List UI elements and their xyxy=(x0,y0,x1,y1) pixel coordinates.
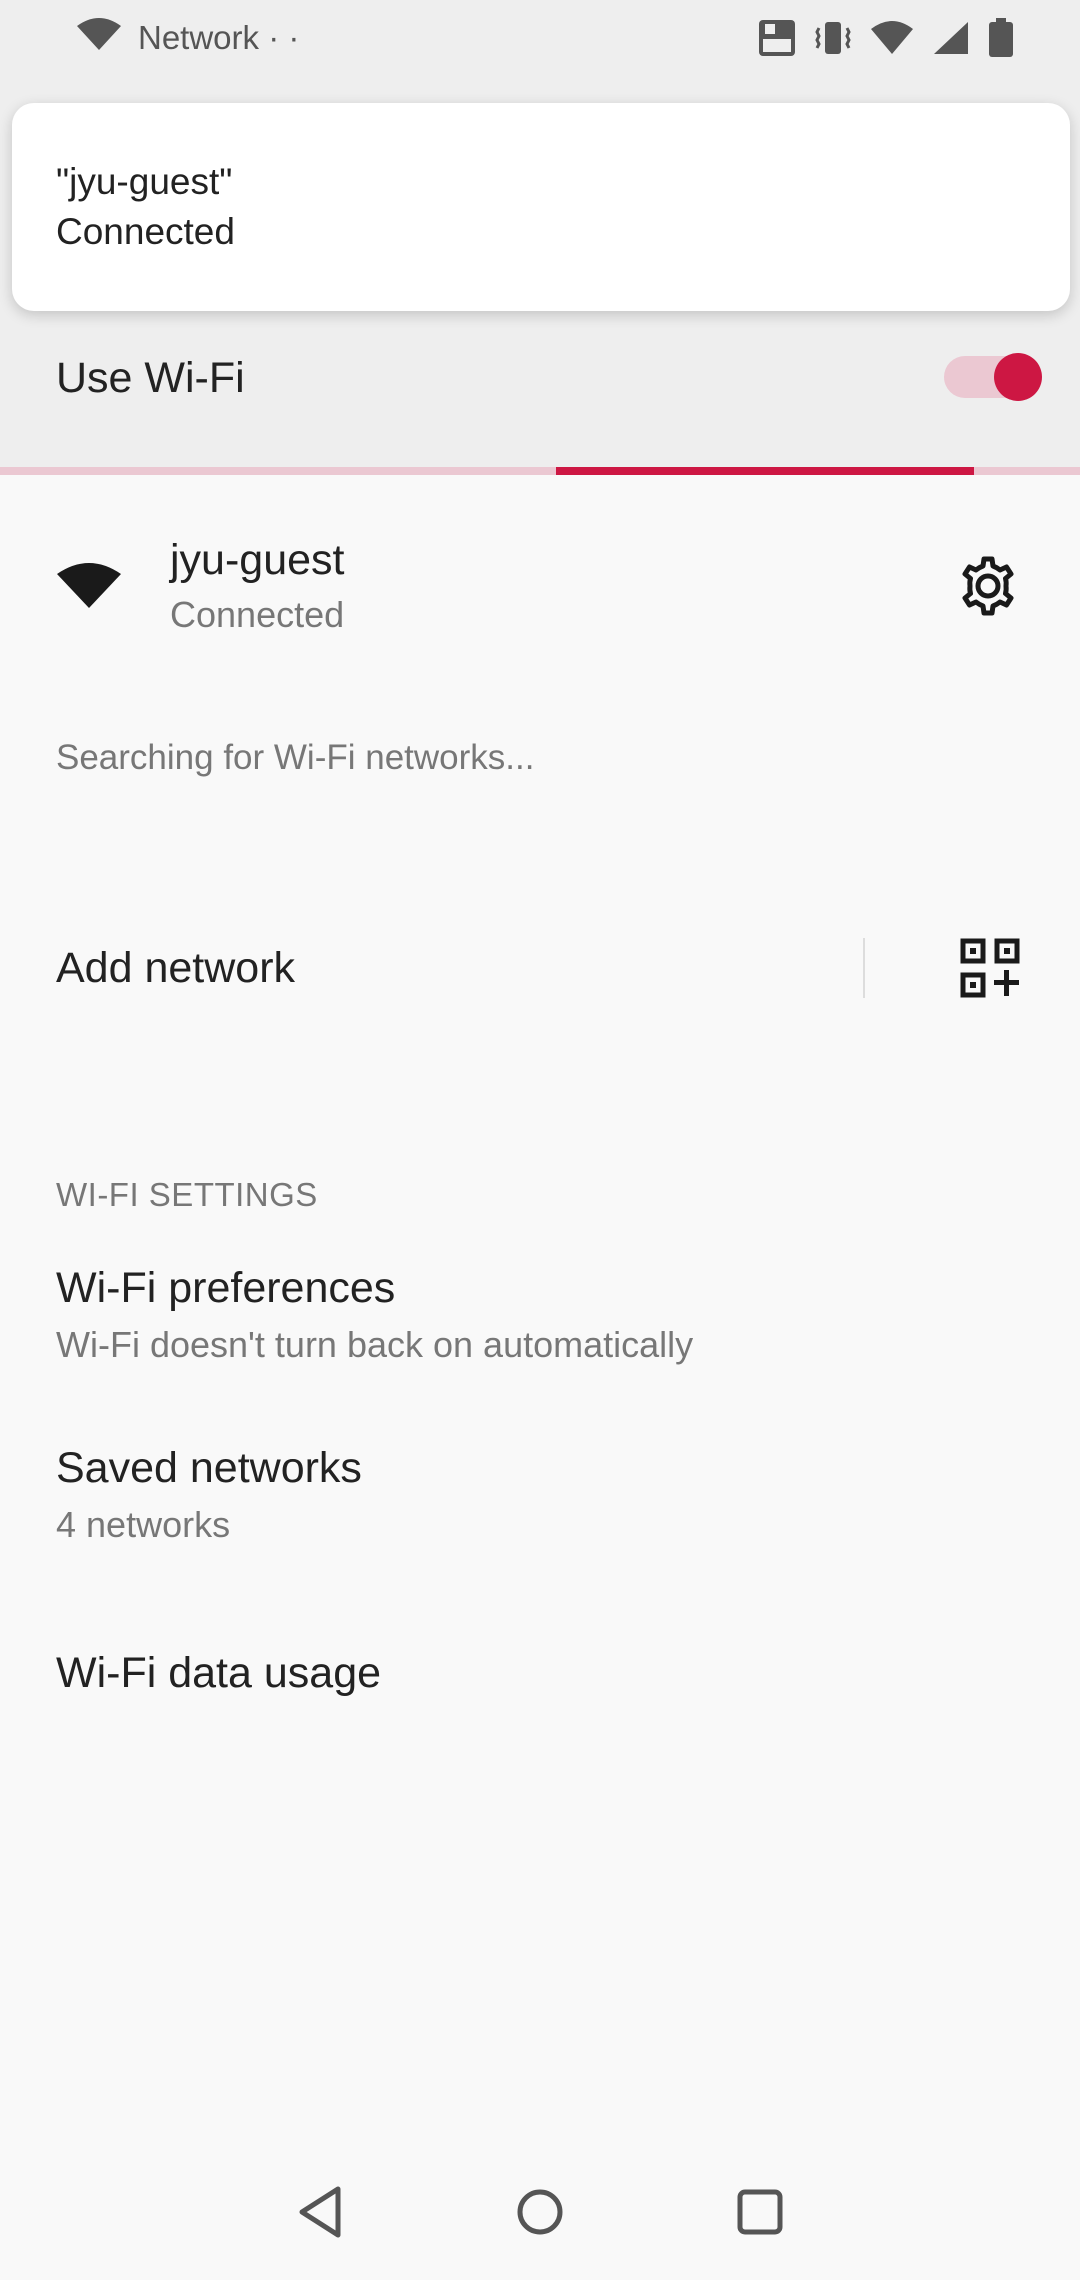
use-wifi-label: Use Wi-Fi xyxy=(56,354,245,402)
network-status: Connected xyxy=(170,594,345,635)
wifi-settings-screen: Network · · Use Wi-Fi "jyu-guest" Connec… xyxy=(0,0,1080,2280)
status-network-text: Network · · xyxy=(138,18,300,56)
add-network-button[interactable]: Add network xyxy=(56,944,295,993)
scan-progress-indicator xyxy=(556,467,974,475)
wifi-settings-header: WI-FI SETTINGS xyxy=(56,1176,318,1213)
network-name: jyu-guest xyxy=(170,536,345,584)
wifi-strength-icon xyxy=(56,562,122,615)
vertical-divider xyxy=(863,938,865,998)
wifi-signal-icon xyxy=(870,20,914,56)
wifi-data-usage-title: Wi-Fi data usage xyxy=(56,1649,382,1697)
home-icon[interactable] xyxy=(514,2186,566,2238)
battery-icon xyxy=(988,18,1014,58)
vibrate-icon xyxy=(814,18,852,58)
cell-signal-icon xyxy=(932,20,970,56)
qr-code-add-icon[interactable] xyxy=(960,938,1020,1003)
status-icons xyxy=(758,18,1014,58)
navigation-bar xyxy=(0,2160,1080,2280)
status-bar: Network · · xyxy=(0,0,1080,80)
wifi-preferences-title: Wi-Fi preferences xyxy=(56,1264,396,1312)
use-wifi-toggle[interactable] xyxy=(944,350,1044,404)
wifi-icon xyxy=(76,18,122,57)
connected-network-row[interactable]: jyu-guest Connected xyxy=(0,520,1080,650)
status-left: Network · · xyxy=(76,18,299,57)
back-icon[interactable] xyxy=(296,2185,346,2239)
saved-networks-title: Saved networks xyxy=(56,1444,362,1492)
toggle-thumb xyxy=(994,353,1042,401)
wifi-preferences-subtitle: Wi-Fi doesn't turn back on automatically xyxy=(56,1324,694,1365)
saved-networks-subtitle: 4 networks xyxy=(56,1504,231,1545)
connection-notification[interactable]: "jyu-guest" Connected xyxy=(12,103,1070,311)
notification-title: "jyu-guest" xyxy=(56,161,233,202)
volte-icon xyxy=(758,18,796,58)
recents-icon[interactable] xyxy=(736,2188,784,2236)
notification-text: Connected xyxy=(56,211,235,252)
searching-text: Searching for Wi-Fi networks... xyxy=(56,738,535,777)
gear-icon[interactable] xyxy=(956,554,1020,623)
